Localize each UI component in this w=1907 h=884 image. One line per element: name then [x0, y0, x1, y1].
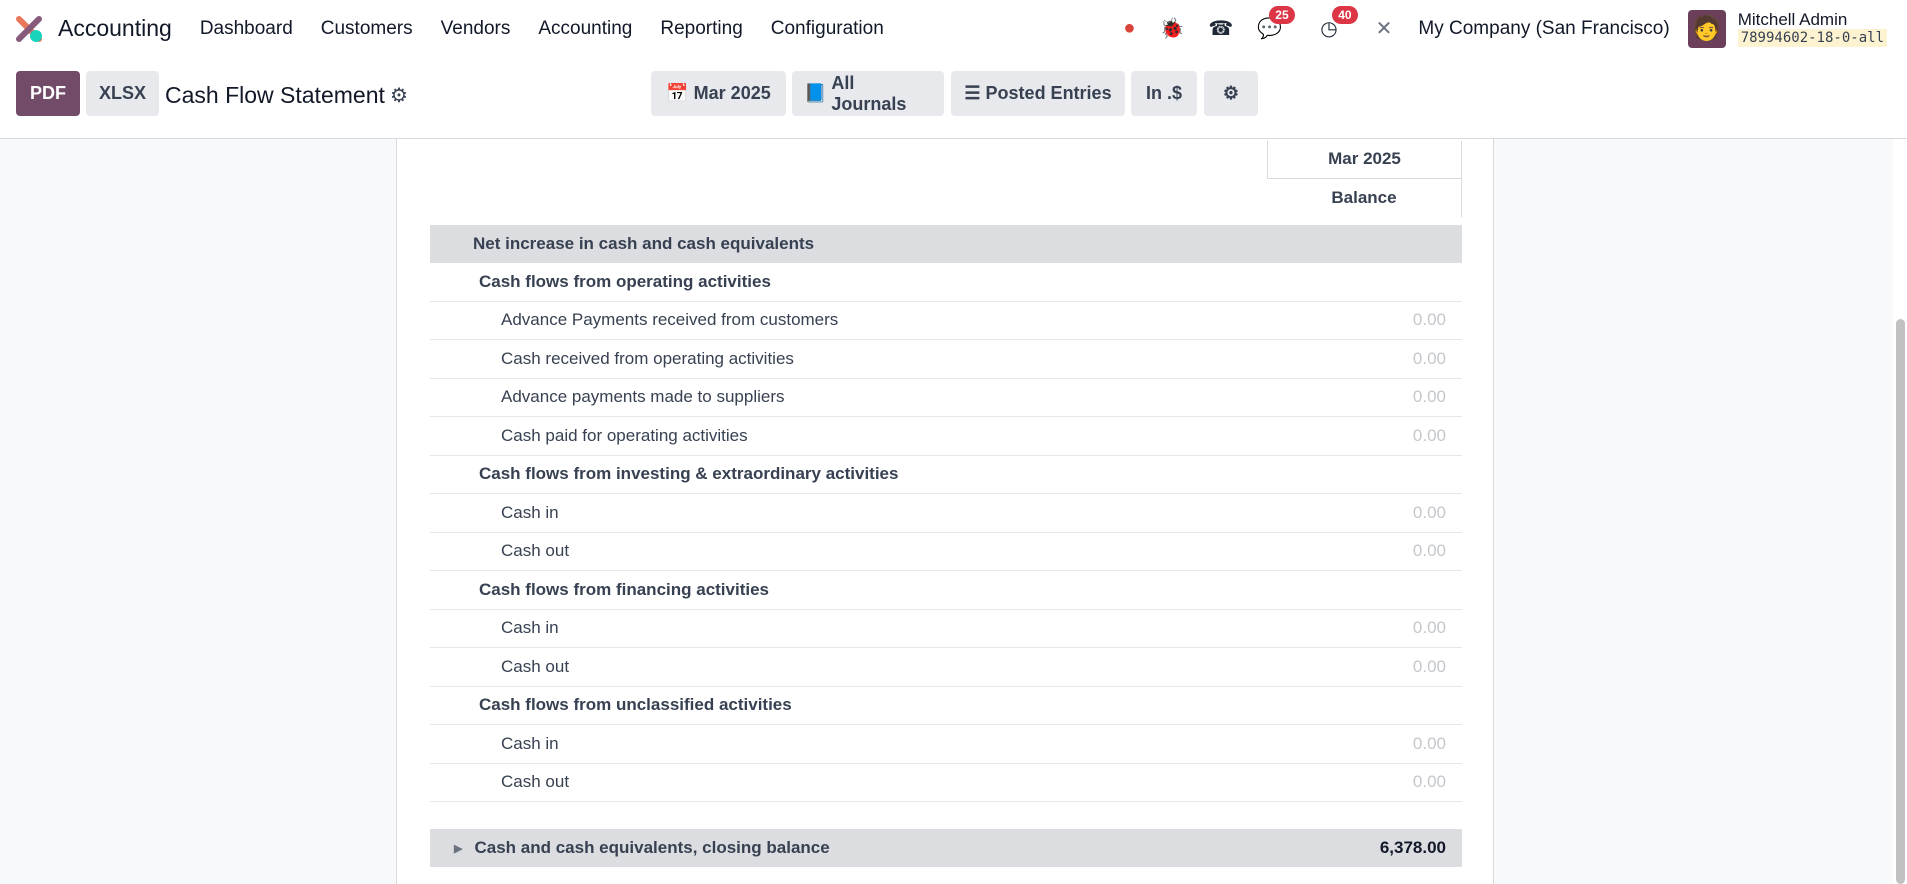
line-value: 0.00 [1412, 425, 1446, 445]
page-title: Cash Flow Statement [165, 82, 385, 108]
pdf-button[interactable]: PDF [16, 71, 80, 116]
activities-clock-icon[interactable]: ◷ 40 [1320, 6, 1358, 41]
company-switcher[interactable]: My Company (San Francisco) [1418, 18, 1669, 40]
line-label: Advance payments made to suppliers [501, 387, 785, 407]
report-lines: Net increase in cash and cash equivalent… [430, 225, 1462, 802]
line-label: Cash received from operating activities [501, 348, 794, 368]
report-line[interactable]: Advance Payments received from customers… [430, 302, 1462, 340]
line-label: Cash flows from operating activities [479, 271, 771, 291]
line-value: 0.00 [1412, 541, 1446, 561]
line-value: 6,378.00 [1379, 838, 1446, 857]
menu-vendors[interactable]: Vendors [427, 18, 525, 40]
report-line[interactable]: Cash flows from unclassified activities [430, 687, 1462, 725]
report-sheet: Mar 2025 Balance Net increase in cash an… [396, 139, 1494, 884]
journals-filter-button[interactable]: 📘 All Journals [792, 71, 944, 116]
menu-customers[interactable]: Customers [307, 18, 427, 40]
line-value: 0.00 [1412, 618, 1446, 638]
date-filter-button[interactable]: 📅 Mar 2025 [651, 71, 786, 116]
line-label: Cash out [501, 656, 570, 676]
line-label: Cash flows from investing & extraordinar… [479, 464, 899, 484]
report-line[interactable]: Cash paid for operating activities 0.00 [430, 417, 1462, 456]
entries-filter-button[interactable]: ☰ Posted Entries [951, 71, 1125, 116]
avatar[interactable]: 🧑 [1687, 9, 1726, 48]
scrollbar-thumb[interactable] [1896, 319, 1905, 884]
report-line[interactable]: Cash out 0.00 [430, 533, 1462, 571]
report-line[interactable]: Advance payments made to suppliers 0.00 [430, 379, 1462, 417]
book-icon: 📘 [804, 83, 832, 103]
messages-badge: 25 [1269, 6, 1295, 24]
report-line[interactable]: Cash flows from investing & extraordinar… [430, 456, 1462, 494]
report-line[interactable]: Cash in 0.00 [430, 494, 1462, 533]
report-line[interactable]: Cash flows from financing activities [430, 571, 1462, 610]
report-line[interactable]: Cash flows from operating activities [430, 263, 1462, 302]
line-label: Cash flows from unclassified activities [479, 695, 792, 715]
line-label: Cash paid for operating activities [501, 425, 748, 445]
bug-icon[interactable]: 🐞 [1159, 16, 1184, 41]
report-line[interactable]: Cash received from operating activities 0… [430, 340, 1462, 379]
gear-icon[interactable]: ⚙ [390, 83, 408, 108]
main-menu: Dashboard Customers Vendors Accounting R… [186, 18, 898, 40]
xlsx-button[interactable]: XLSX [86, 71, 159, 116]
currency-filter-button[interactable]: In .$ [1131, 71, 1197, 116]
phone-icon[interactable]: ☎ [1208, 16, 1233, 41]
line-label: Cash in [501, 618, 559, 638]
menu-configuration[interactable]: Configuration [757, 18, 898, 40]
line-label: Cash flows from financing activities [479, 579, 770, 599]
cogs-icon: ⚙ [1222, 83, 1240, 103]
control-panel: PDF XLSX Cash Flow Statement ⚙ 📅 Mar 202… [0, 57, 1907, 139]
menu-accounting[interactable]: Accounting [524, 18, 646, 40]
systray: ● 🐞 ☎ 💬 25 ◷ 40 ✕ My Company (San Francisc… [1111, 0, 1907, 57]
odoo-app-logo-icon[interactable] [14, 14, 44, 44]
report-line[interactable]: Cash out 0.00 [430, 648, 1462, 687]
column-header-balance: Balance [1267, 179, 1462, 217]
tools-icon[interactable]: ✕ [1376, 16, 1393, 41]
line-value: 0.00 [1412, 348, 1446, 368]
options-cogs-button[interactable]: ⚙ [1204, 71, 1258, 116]
line-label: Cash in [501, 733, 559, 753]
line-value: 0.00 [1412, 310, 1446, 330]
line-label: Cash out [501, 541, 570, 561]
report-line[interactable]: Net increase in cash and cash equivalent… [430, 225, 1462, 263]
menu-reporting[interactable]: Reporting [646, 18, 756, 40]
activities-badge: 40 [1332, 6, 1358, 24]
line-label: Advance Payments received from customers [501, 310, 839, 330]
sliders-icon: ☰ [964, 83, 986, 103]
column-header-period: Mar 2025 [1267, 141, 1462, 179]
entries-filter-label: Posted Entries [985, 83, 1112, 103]
line-label: Cash in [501, 502, 559, 522]
line-label: Net increase in cash and cash equivalent… [473, 234, 815, 253]
line-value: 0.00 [1412, 656, 1446, 676]
calendar-icon: 📅 [666, 83, 694, 103]
user-menu[interactable]: Mitchell Admin 78994602-18-0-all [1737, 9, 1887, 47]
recording-dot-icon[interactable]: ● [1123, 17, 1135, 40]
messages-icon[interactable]: 💬 25 [1257, 6, 1295, 41]
line-value: 0.00 [1412, 733, 1446, 753]
user-name: Mitchell Admin [1737, 9, 1848, 29]
report-line[interactable]: Cash in 0.00 [430, 610, 1462, 648]
line-label: Cash out [501, 772, 570, 792]
line-value: 0.00 [1412, 772, 1446, 792]
database-name: 78994602-18-0-all [1737, 28, 1887, 47]
journals-filter-label: All Journals [831, 72, 907, 114]
line-value: 0.00 [1412, 387, 1446, 407]
app-name[interactable]: Accounting [58, 15, 172, 42]
report-line[interactable]: Cash out 0.00 [430, 764, 1462, 802]
scrollbar[interactable] [1893, 139, 1907, 884]
line-label: Cash and cash equivalents, closing balan… [474, 838, 830, 857]
caret-right-icon[interactable]: ▶ [454, 842, 462, 855]
report-line[interactable]: Cash in 0.00 [430, 725, 1462, 764]
top-navbar: Accounting Dashboard Customers Vendors A… [0, 0, 1907, 57]
menu-dashboard[interactable]: Dashboard [186, 18, 307, 40]
line-value: 0.00 [1412, 502, 1446, 522]
date-filter-label: Mar 2025 [693, 83, 771, 103]
closing-balance-row[interactable]: ▶ Cash and cash equivalents, closing bal… [430, 829, 1462, 867]
